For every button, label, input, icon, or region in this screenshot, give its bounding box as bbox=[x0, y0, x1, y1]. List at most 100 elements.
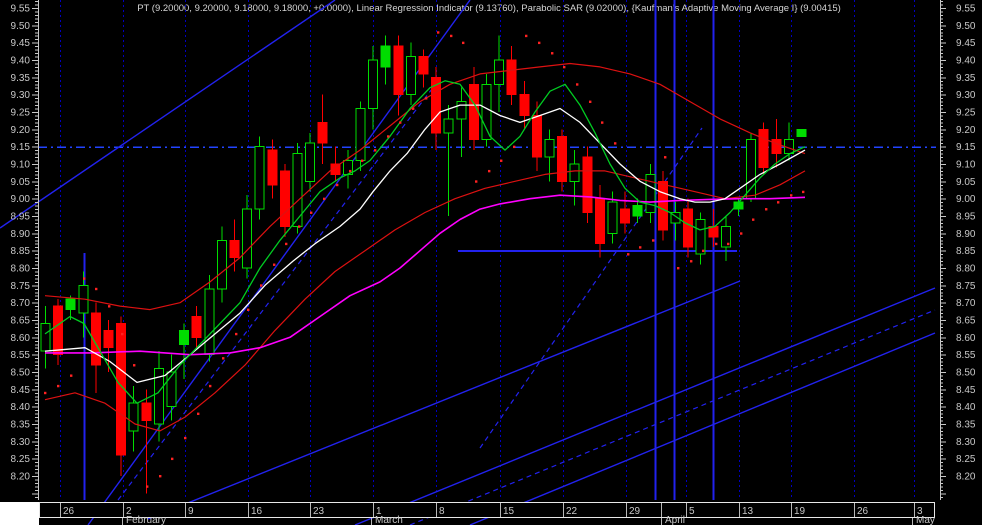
month-label: April bbox=[665, 515, 685, 525]
candle bbox=[153, 351, 164, 442]
candle bbox=[531, 101, 542, 171]
price-label-right: 9.30 bbox=[956, 90, 976, 101]
price-label-right: 8.30 bbox=[956, 437, 976, 448]
month-label: March bbox=[375, 515, 403, 525]
parabolic-sar-dot bbox=[475, 180, 478, 183]
month-label: May bbox=[916, 515, 935, 525]
parabolic-sar-dot bbox=[727, 242, 730, 246]
parabolic-sar-dot bbox=[83, 277, 86, 280]
parabolic-sar-dot bbox=[462, 41, 465, 45]
parabolic-sar-dot bbox=[576, 83, 579, 86]
candle bbox=[90, 302, 101, 393]
candle bbox=[380, 35, 391, 85]
candle bbox=[720, 216, 731, 262]
parabolic-sar-dot bbox=[310, 211, 313, 214]
candle bbox=[166, 354, 177, 421]
price-label-left: 9.35 bbox=[11, 73, 31, 84]
parabolic-sar-dot bbox=[601, 121, 604, 124]
candle bbox=[796, 128, 807, 137]
candle bbox=[418, 49, 429, 88]
candle bbox=[116, 316, 127, 476]
parabolic-sar-dot bbox=[235, 332, 238, 336]
date-tick-label: 19 bbox=[794, 506, 806, 517]
candle bbox=[254, 136, 265, 220]
parabolic-sar-dot bbox=[765, 208, 768, 211]
candle bbox=[355, 101, 366, 171]
price-label-right: 9.15 bbox=[956, 142, 976, 153]
parabolic-sar-dot bbox=[589, 100, 592, 103]
parabolic-sar-dot bbox=[614, 142, 617, 145]
candle bbox=[179, 323, 190, 379]
parabolic-sar-dot bbox=[260, 284, 263, 287]
date-tick-label: 13 bbox=[742, 506, 754, 517]
parabolic-sar-dot bbox=[298, 225, 301, 228]
candle bbox=[758, 122, 769, 175]
parabolic-sar-dot bbox=[437, 31, 440, 34]
chart-window: PT (9.20000, 9.20000, 9.18000, 9.18000, … bbox=[0, 0, 982, 525]
parabolic-sar-dot bbox=[133, 364, 136, 367]
parabolic-sar-dot bbox=[336, 183, 339, 187]
parabolic-sar-dot bbox=[777, 201, 780, 204]
price-label-right: 8.65 bbox=[956, 316, 976, 327]
candle bbox=[443, 105, 454, 216]
candle bbox=[569, 150, 580, 206]
parabolic-sar-dot bbox=[488, 169, 491, 173]
price-label-left: 8.70 bbox=[11, 298, 31, 309]
price-label-left: 8.35 bbox=[11, 420, 31, 431]
price-chart-canvas[interactable]: 9.55 9.55 9.50 9.50 9.45 9.45 9.40 9.40 9.35 9.35… bbox=[0, 0, 982, 525]
price-label-left: 8.75 bbox=[11, 281, 31, 292]
parabolic-sar-dot bbox=[702, 249, 705, 253]
parabolic-sar-dot bbox=[146, 485, 149, 488]
candle bbox=[317, 94, 328, 164]
price-label-left: 9.25 bbox=[11, 108, 31, 119]
parabolic-sar-dot bbox=[715, 242, 718, 246]
parabolic-sar-dot bbox=[108, 305, 111, 308]
parabolic-sar-dot bbox=[525, 34, 528, 38]
candle bbox=[620, 191, 631, 234]
candle bbox=[279, 164, 290, 237]
parabolic-sar-dot bbox=[790, 194, 793, 197]
parabolic-sar-dot bbox=[197, 412, 200, 415]
price-label-left: 8.30 bbox=[11, 437, 31, 448]
price-label-right: 9.00 bbox=[956, 194, 976, 205]
candle bbox=[695, 212, 706, 265]
price-label-left: 9.40 bbox=[11, 56, 31, 67]
parabolic-sar-dot bbox=[209, 384, 212, 388]
price-label-right: 9.40 bbox=[956, 56, 976, 67]
price-label-right: 9.10 bbox=[956, 160, 976, 171]
parabolic-sar-dot bbox=[639, 246, 642, 249]
candle bbox=[242, 195, 253, 279]
price-label-right: 8.70 bbox=[956, 298, 976, 309]
candle bbox=[506, 46, 517, 106]
price-label-left: 9.45 bbox=[11, 38, 31, 49]
parabolic-sar-dot bbox=[677, 267, 680, 270]
parabolic-sar-dot bbox=[399, 121, 402, 124]
candle bbox=[53, 299, 64, 366]
candle bbox=[229, 219, 240, 272]
price-label-right: 8.60 bbox=[956, 333, 976, 344]
price-label-right: 9.05 bbox=[956, 177, 976, 188]
candle bbox=[267, 139, 278, 199]
date-tick-label: 23 bbox=[313, 506, 325, 517]
candle bbox=[645, 164, 656, 223]
parabolic-sar-dot bbox=[273, 263, 276, 266]
price-label-left: 8.85 bbox=[11, 246, 31, 257]
price-label-right: 9.45 bbox=[956, 38, 976, 49]
candle bbox=[305, 132, 316, 192]
candle bbox=[191, 306, 202, 348]
parabolic-sar-dot bbox=[740, 232, 743, 235]
price-label-right: 8.20 bbox=[956, 472, 976, 483]
parabolic-sar-dot bbox=[652, 239, 655, 242]
parabolic-sar-dot bbox=[159, 475, 162, 478]
price-label-left: 8.20 bbox=[11, 472, 31, 483]
date-tick-label: 8 bbox=[439, 506, 445, 517]
parabolic-sar-dot bbox=[563, 65, 566, 69]
price-label-left: 8.60 bbox=[11, 333, 31, 344]
date-tick-label: 26 bbox=[857, 506, 869, 517]
candle bbox=[368, 46, 379, 130]
candle bbox=[494, 35, 505, 112]
date-tick-label: 9 bbox=[188, 506, 194, 517]
parabolic-sar-dot bbox=[95, 287, 98, 291]
parabolic-sar-dot bbox=[70, 374, 73, 377]
parabolic-sar-dot bbox=[538, 41, 541, 45]
